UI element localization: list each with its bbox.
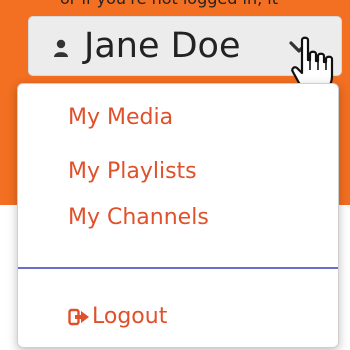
- user-dropdown-menu: My Media My Playlists My Channels Logout: [17, 83, 339, 348]
- menu-item-my-playlists[interactable]: My Playlists: [68, 157, 197, 187]
- sign-out-icon: [68, 308, 89, 326]
- user-icon: [54, 39, 68, 57]
- user-name: Jane Doe: [84, 26, 241, 66]
- logout-label: Logout: [92, 304, 168, 329]
- logout-link[interactable]: Logout: [68, 302, 167, 332]
- menu-item-my-channels[interactable]: My Channels: [68, 203, 209, 233]
- top-strip-text: or if you're not logged in, it: [60, 0, 350, 16]
- menu-item-my-media[interactable]: My Media: [68, 103, 173, 133]
- menu-divider: [18, 267, 338, 269]
- top-strip-label: or if you're not logged in, it: [60, 0, 278, 8]
